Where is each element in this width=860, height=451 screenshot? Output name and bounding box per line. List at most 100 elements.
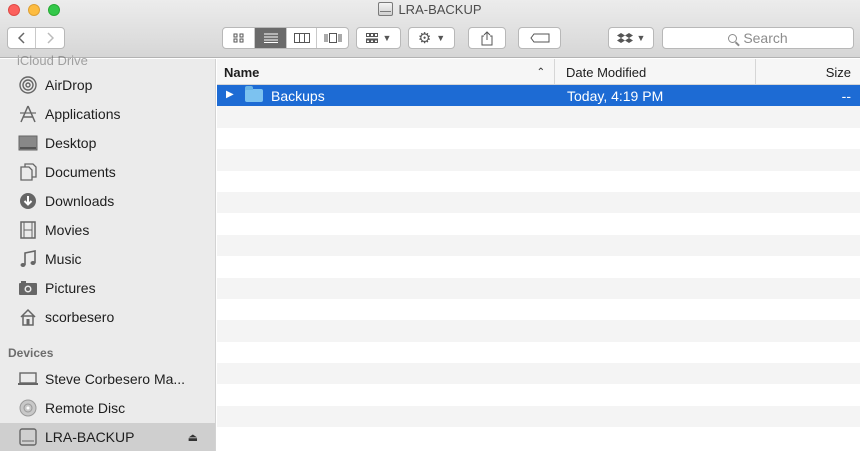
column-label: Size (825, 64, 851, 80)
movies-icon (17, 221, 39, 239)
list-view-icon (263, 33, 278, 43)
file-size: -- (841, 88, 851, 104)
column-label: Date Modified (566, 64, 647, 80)
sidebar-item-label: scorbesero (45, 309, 115, 325)
empty-row (217, 384, 860, 405)
search-icon (728, 33, 738, 43)
forward-button[interactable] (36, 28, 64, 48)
empty-row (217, 342, 860, 363)
documents-icon (17, 163, 39, 181)
empty-row (217, 363, 860, 385)
sidebar-item-label: Steve Corbesero Ma... (45, 371, 186, 387)
sidebar-item-label: Applications (45, 106, 121, 122)
desktop-icon (17, 134, 39, 152)
sidebar-item-label: Pictures (45, 280, 96, 296)
empty-row (217, 427, 860, 448)
sidebar: iCloud Drive AirDrop Applications Deskto… (0, 53, 216, 451)
sidebar-item-downloads[interactable]: Downloads (0, 187, 215, 215)
column-label: Name (224, 64, 260, 80)
sidebar-item-desktop[interactable]: Desktop (0, 129, 215, 157)
home-icon (17, 308, 39, 326)
cover-flow-view-button[interactable] (317, 28, 348, 48)
sidebar-item-documents[interactable]: Documents (0, 158, 215, 186)
window-toolbar: LRA-BACKUP ▼ ⚙ ▼ ▼ Search (0, 0, 860, 58)
sidebar-item-home[interactable]: scorbesero (0, 303, 215, 331)
file-name: Backups (271, 88, 325, 104)
sidebar-item-label: AirDrop (45, 77, 93, 93)
empty-row (217, 256, 860, 277)
empty-row (217, 128, 860, 149)
sidebar-item-icloud-drive-partial[interactable]: iCloud Drive (17, 53, 88, 68)
empty-row (217, 149, 860, 171)
drive-icon (17, 428, 39, 446)
name-column-header[interactable]: Name ⌃ (217, 59, 555, 85)
empty-row (217, 171, 860, 192)
empty-row (217, 234, 860, 257)
file-row[interactable]: ▶ Backups Today, 4:19 PM -- (217, 85, 860, 107)
folder-icon (245, 86, 263, 102)
window-title-text: LRA-BACKUP (398, 2, 482, 17)
chevron-right-icon (47, 32, 54, 44)
gear-icon: ⚙ (417, 30, 432, 47)
disclosure-triangle-icon[interactable]: ▶ (226, 89, 234, 100)
devices-heading: Devices (8, 346, 54, 360)
sidebar-item-label: Desktop (45, 135, 97, 151)
empty-row (217, 277, 860, 299)
file-rows: ▶ Backups Today, 4:19 PM -- (217, 85, 860, 449)
empty-row (217, 320, 860, 342)
sidebar-item-music[interactable]: Music (0, 245, 215, 273)
arrange-icon (365, 33, 378, 43)
date-modified-column-header[interactable]: Date Modified (556, 59, 756, 85)
applications-icon (17, 105, 39, 123)
empty-row (217, 106, 860, 128)
column-header-row: Name ⌃ Date Modified Size (217, 59, 860, 85)
sidebar-item-label: Documents (45, 164, 116, 180)
dropbox-icon (616, 32, 633, 43)
pictures-icon (17, 279, 39, 297)
disc-icon (17, 399, 39, 417)
sidebar-item-macbook[interactable]: Steve Corbesero Ma... (0, 365, 215, 393)
icon-view-icon (233, 33, 243, 43)
column-view-button[interactable] (287, 28, 317, 48)
eject-icon[interactable]: ⏏ (188, 431, 198, 444)
chevron-down-icon: ▼ (436, 33, 446, 43)
search-placeholder: Search (743, 30, 788, 46)
sidebar-item-pictures[interactable]: Pictures (0, 274, 215, 302)
downloads-icon (17, 192, 39, 210)
sidebar-item-label: Movies (45, 222, 90, 238)
share-icon (481, 30, 493, 45)
sort-ascending-icon: ⌃ (536, 66, 545, 78)
cover-flow-icon (324, 33, 341, 43)
list-view-button[interactable] (255, 28, 287, 48)
sidebar-item-airdrop[interactable]: AirDrop (0, 71, 215, 99)
icon-view-button[interactable] (223, 28, 255, 48)
file-date: Today, 4:19 PM (567, 88, 664, 104)
action-button[interactable]: ⚙ ▼ (408, 27, 455, 49)
empty-row (217, 405, 860, 428)
empty-row (217, 213, 860, 234)
empty-row (217, 299, 860, 320)
sidebar-item-lra-backup[interactable]: LRA-BACKUP ⏏ (0, 423, 215, 451)
sidebar-item-label: LRA-BACKUP (45, 429, 135, 445)
back-button[interactable] (8, 28, 36, 48)
size-column-header[interactable]: Size (757, 59, 860, 85)
search-input[interactable]: Search (662, 27, 854, 49)
chevron-left-icon (17, 32, 25, 44)
chevron-down-icon: ▼ (382, 33, 392, 43)
share-button[interactable] (468, 27, 506, 49)
sidebar-item-label: Downloads (45, 193, 115, 209)
tag-icon (529, 33, 549, 43)
chevron-down-icon: ▼ (636, 33, 646, 43)
sidebar-item-remote-disc[interactable]: Remote Disc (0, 394, 215, 422)
sidebar-item-applications[interactable]: Applications (0, 100, 215, 128)
empty-row (217, 191, 860, 214)
drive-icon (378, 2, 394, 16)
dropbox-button[interactable]: ▼ (608, 27, 654, 49)
sidebar-item-movies[interactable]: Movies (0, 216, 215, 244)
window-title: LRA-BACKUP (0, 2, 860, 17)
sidebar-item-label: Music (45, 251, 82, 267)
arrange-button[interactable]: ▼ (356, 27, 401, 49)
navigation-buttons (7, 27, 65, 49)
tags-button[interactable] (518, 27, 561, 49)
file-list: Name ⌃ Date Modified Size ▶ Backups Toda… (217, 59, 860, 451)
